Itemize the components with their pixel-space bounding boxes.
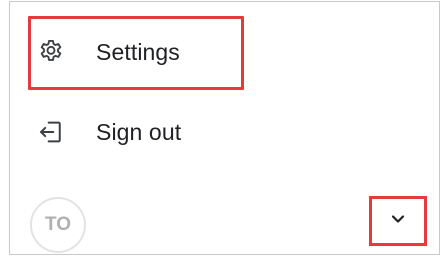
sign-out-icon <box>36 117 66 147</box>
menu-item-label: Sign out <box>96 118 182 145</box>
account-footer: TO <box>10 194 439 254</box>
highlight-box <box>28 16 244 90</box>
avatar[interactable]: TO <box>30 197 86 253</box>
avatar-initials: TO <box>44 214 72 235</box>
menu-item-sign-out[interactable]: Sign out <box>10 102 439 162</box>
expand-menu-button[interactable] <box>369 196 427 246</box>
chevron-down-icon <box>390 212 406 230</box>
account-menu-panel: Settings Sign out TO <box>9 1 440 255</box>
